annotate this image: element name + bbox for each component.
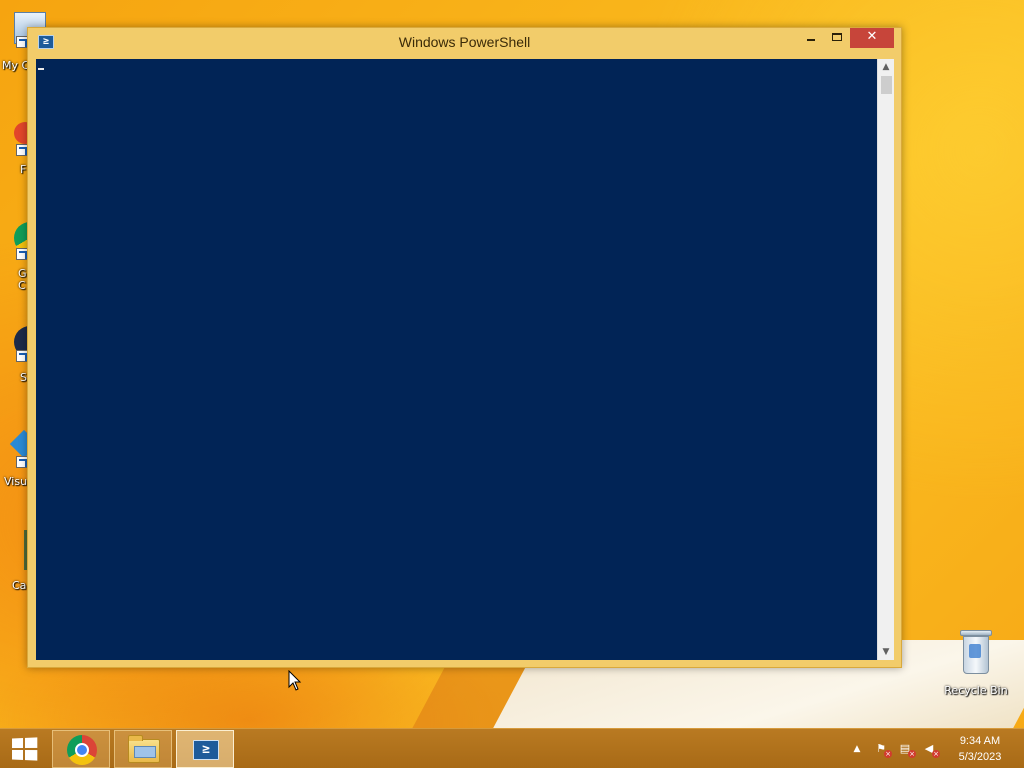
- desktop-icon-recycle-bin[interactable]: Recycle Bin: [940, 630, 1012, 697]
- error-badge-icon: ×: [908, 750, 916, 758]
- clock-time: 9:34 AM: [959, 735, 1001, 747]
- minimize-button[interactable]: [798, 28, 824, 48]
- maximize-icon: [832, 33, 842, 41]
- scroll-thumb[interactable]: [881, 76, 892, 94]
- console-area[interactable]: [36, 59, 877, 660]
- text-cursor: [38, 68, 44, 70]
- taskbar-powershell-button[interactable]: ≥: [176, 730, 234, 768]
- title-bar[interactable]: ≥ Windows PowerShell ✕: [28, 28, 901, 59]
- chrome-icon: [67, 735, 97, 765]
- volume-muted-icon[interactable]: ◀ ×: [920, 741, 940, 758]
- maximize-button[interactable]: [824, 28, 850, 48]
- minimize-icon: [807, 39, 815, 41]
- network-icon[interactable]: ▤ ×: [896, 741, 916, 758]
- system-clock[interactable]: 9:34 AM 5/3/2023: [946, 733, 1014, 765]
- taskbar-chrome-button[interactable]: [52, 730, 110, 768]
- recycle-bin-label: Recycle Bin: [944, 684, 1008, 697]
- show-hidden-icons-button[interactable]: ▲: [848, 741, 866, 757]
- scroll-down-button[interactable]: ▼: [878, 644, 894, 660]
- mouse-pointer-icon: [288, 670, 302, 691]
- close-icon: ✕: [866, 29, 878, 44]
- vertical-scrollbar[interactable]: ▲ ▼: [877, 59, 894, 660]
- powershell-icon: ≥: [193, 740, 219, 760]
- start-button[interactable]: [0, 729, 48, 768]
- taskbar-file-explorer-button[interactable]: [114, 730, 172, 768]
- action-center-flag-icon[interactable]: ⚑ ×: [872, 741, 892, 758]
- powershell-window[interactable]: ≥ Windows PowerShell ✕ ▲ ▼: [27, 27, 902, 668]
- window-title: Windows PowerShell: [398, 34, 531, 50]
- error-badge-icon: ×: [884, 750, 892, 758]
- taskbar: ≥ ▲ ⚑ × ▤ × ◀ × 9:34 AM 5/3/2023: [0, 728, 1024, 768]
- recycle-bin-icon: [960, 630, 992, 674]
- close-button[interactable]: ✕: [850, 28, 894, 48]
- clock-date: 5/3/2023: [958, 751, 1002, 763]
- windows-logo-icon: [12, 737, 38, 761]
- folder-icon: [128, 735, 160, 763]
- scroll-up-button[interactable]: ▲: [878, 59, 894, 75]
- error-badge-icon: ×: [932, 750, 940, 758]
